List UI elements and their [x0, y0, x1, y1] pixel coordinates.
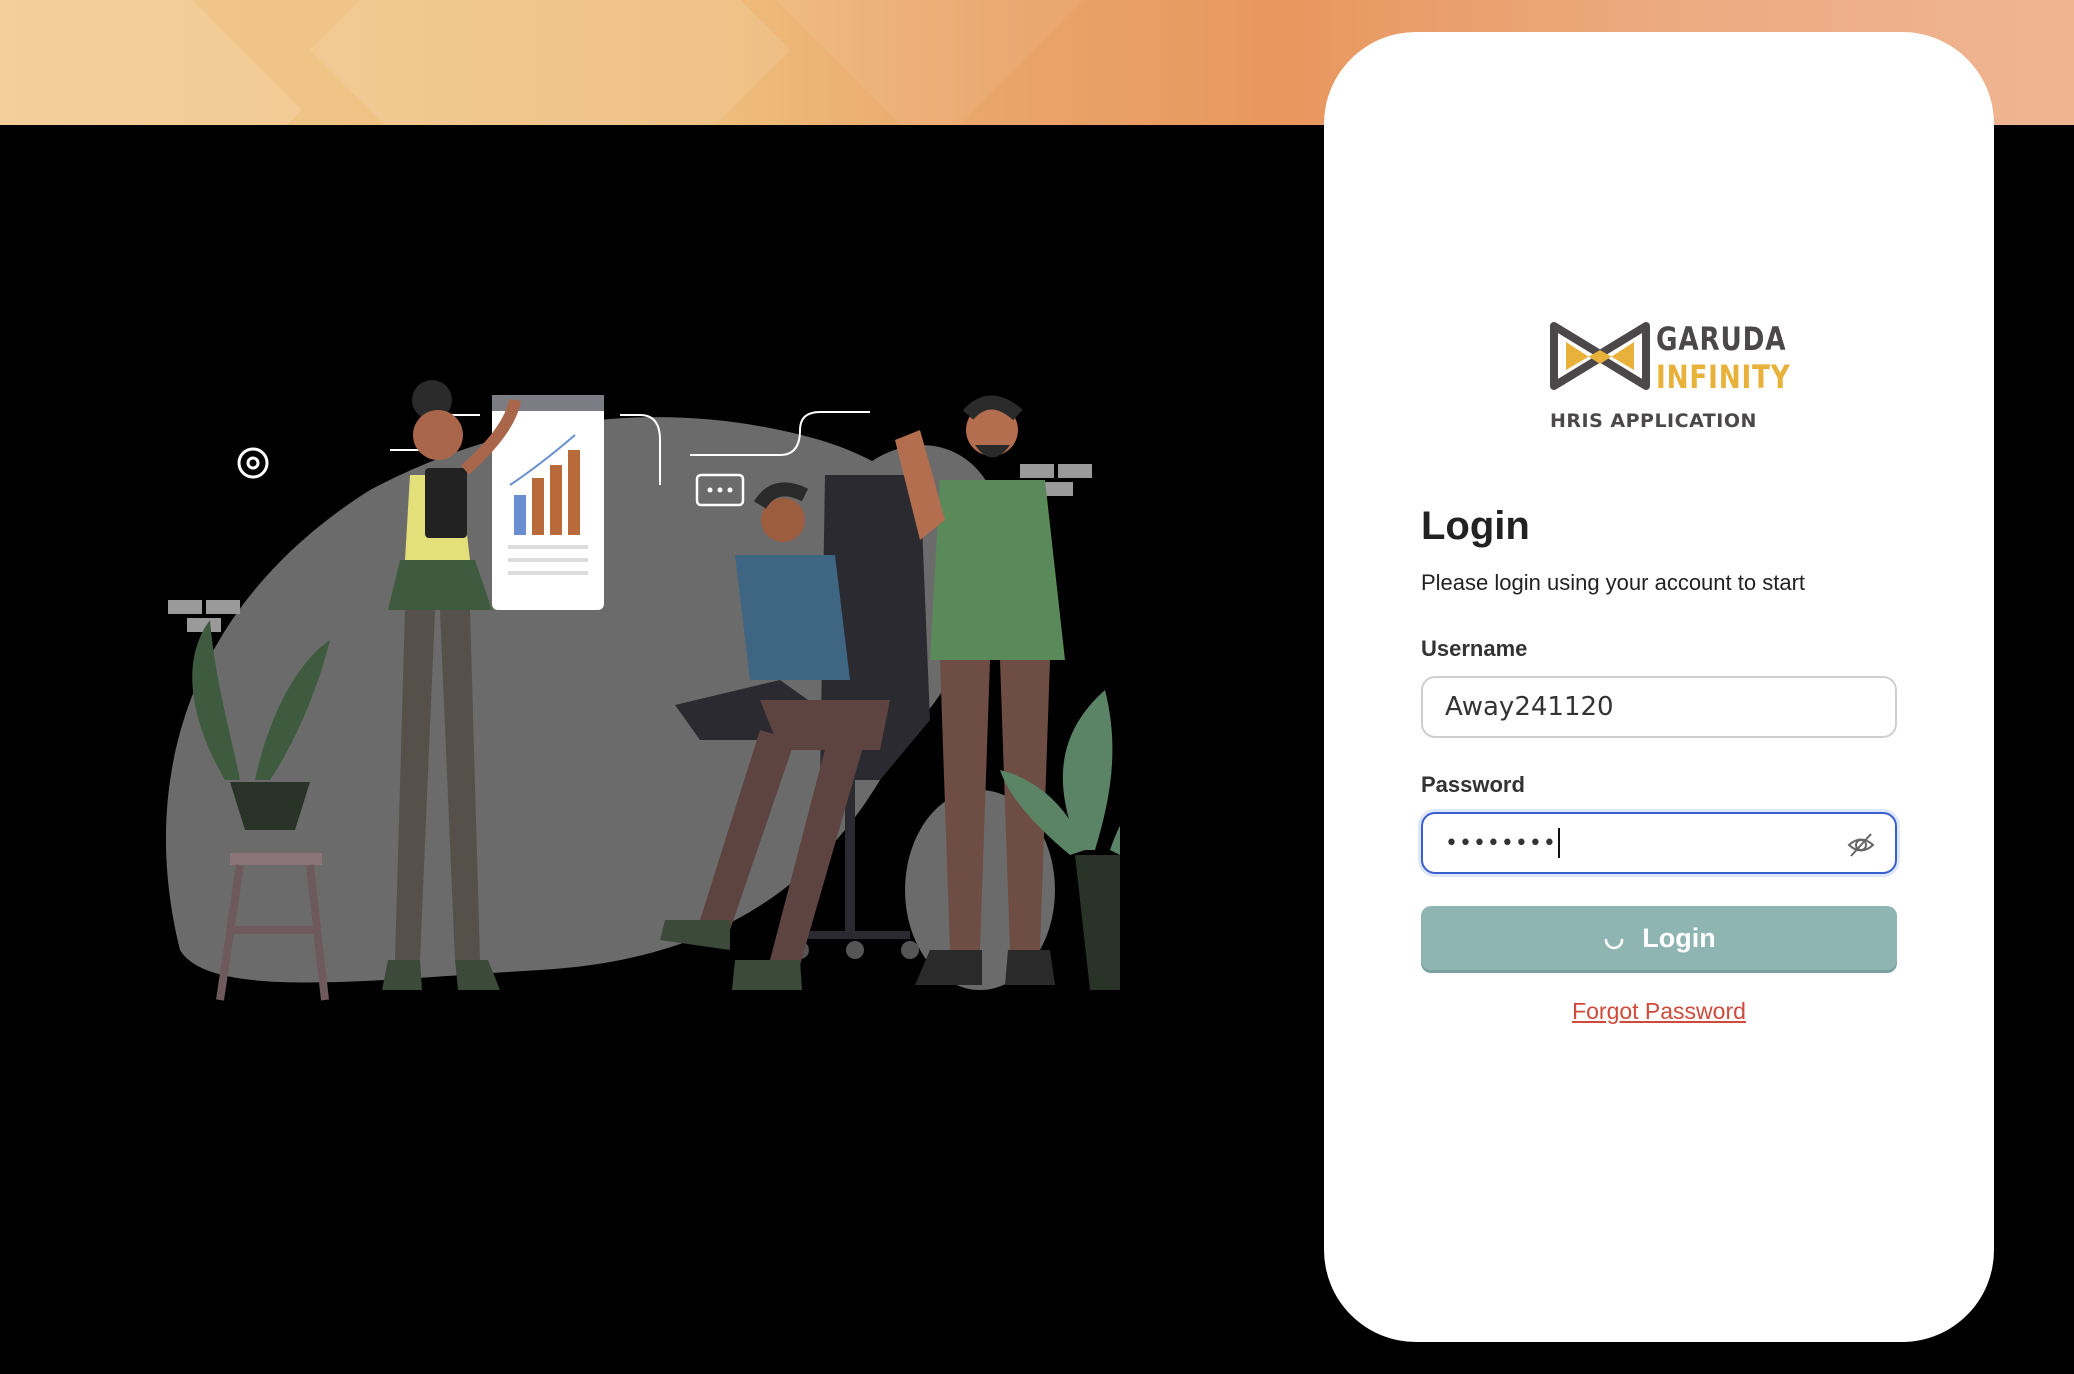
eye-slash-icon[interactable]	[1847, 831, 1875, 859]
forgot-password-link[interactable]: Forgot Password	[1324, 998, 1994, 1025]
spinner-icon	[1605, 938, 1624, 950]
text-caret	[1557, 828, 1560, 858]
login-card: GARUDA INFINITY HRIS APPLICATION Login P…	[1324, 32, 1994, 1342]
brand-logo: GARUDA INFINITY HRIS APPLICATION	[1548, 316, 1791, 436]
login-button[interactable]: Login	[1421, 906, 1897, 970]
brand-name-line2: INFINITY	[1656, 358, 1791, 396]
brand-name-line1: GARUDA	[1656, 320, 1787, 358]
password-value: ••••••••	[1445, 830, 1557, 856]
password-label: Password	[1421, 772, 1525, 797]
login-subtitle: Please login using your account to start	[1421, 570, 1806, 595]
team-illustration	[165, 380, 1120, 1001]
login-title: Login	[1421, 504, 1530, 548]
garuda-logo-icon	[1550, 322, 1650, 390]
username-label: Username	[1421, 636, 1528, 661]
brand-tagline: HRIS APPLICATION	[1550, 410, 1757, 432]
username-input[interactable]: Away241120	[1421, 676, 1897, 738]
username-value: Away241120	[1445, 692, 1614, 722]
login-button-label: Login	[1642, 922, 1716, 953]
password-input[interactable]: ••••••••	[1421, 812, 1897, 874]
